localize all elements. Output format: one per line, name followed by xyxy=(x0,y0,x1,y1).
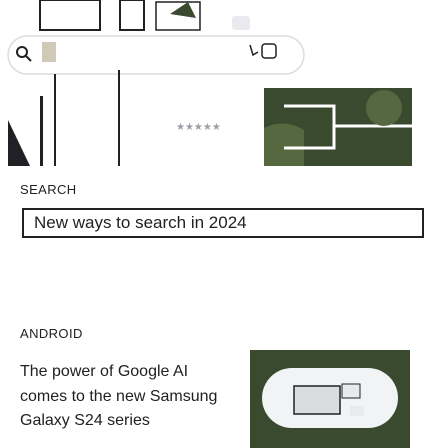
article-title-link[interactable]: The power of Google AI comes to the new … xyxy=(20,360,230,434)
article-thumbnail[interactable] xyxy=(250,350,410,448)
article-category: SEARCH xyxy=(20,182,77,197)
article-category: ANDROID xyxy=(20,326,83,341)
article-title-link[interactable]: New ways to search in 2024 xyxy=(22,208,424,238)
hero-photo xyxy=(264,88,412,166)
article-title: New ways to search in 2024 xyxy=(34,213,247,232)
rating-stars: ★★★★★ xyxy=(176,122,221,133)
hero-illustration[interactable]: ★★★★★ xyxy=(0,0,448,166)
